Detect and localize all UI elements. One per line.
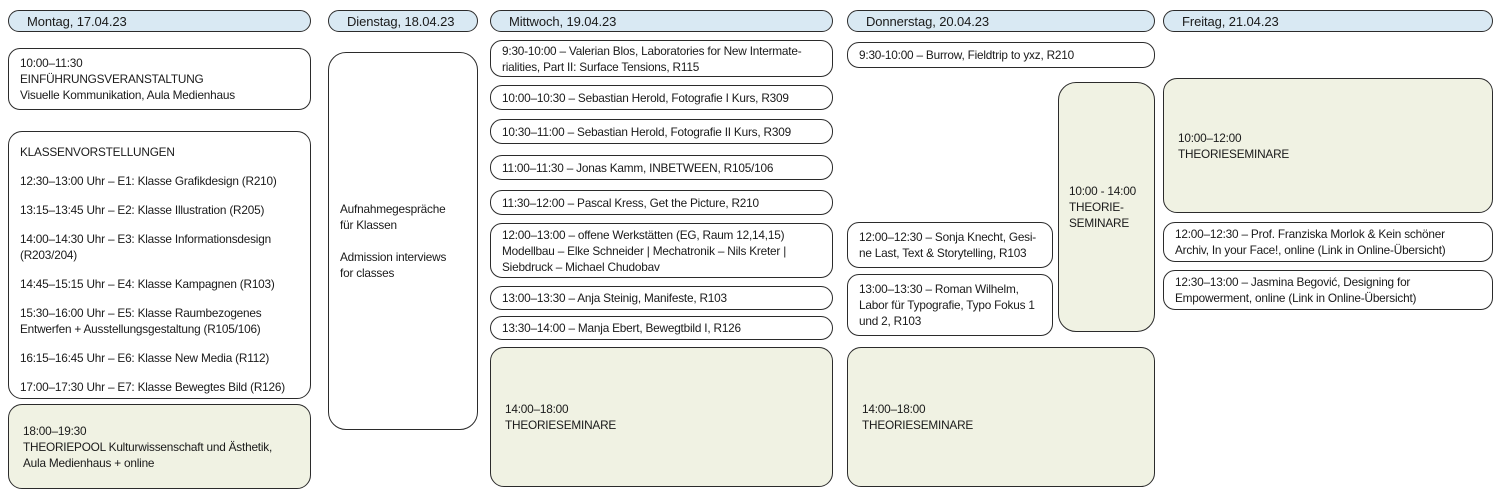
event-text: 12:00–12:30 – Sonja Knecht, Gesi- ne Las…	[859, 229, 1048, 261]
day-header-friday: Freitag, 21.04.23	[1163, 10, 1493, 32]
event-text: 11:00–11:30 – Jonas Kamm, INBETWEEN, R10…	[502, 160, 828, 176]
event-text: 12:30–13:00 – Jasmina Begović, Designing…	[1175, 274, 1488, 306]
event-text: 10:00 - 14:00 THEORIE- SEMINARE	[1069, 183, 1150, 231]
event-text: 13:00–13:30 – Anja Steinig, Manifeste, R…	[502, 290, 828, 306]
event-theorieseminare-thursday: 14:00–18:00 THEORIESEMINARE	[847, 347, 1155, 487]
day-header-monday: Montag, 17.04.23	[8, 10, 311, 32]
schedule-list-item: 17:00–17:30 Uhr – E7: Klasse Bewegtes Bi…	[20, 379, 306, 395]
event-bewegtbild-1: 13:30–14:00 – Manja Ebert, Bewegtbild I,…	[490, 316, 833, 340]
event-theoriepool: 18:00–19:30 THEORIEPOOL Kulturwissenscha…	[8, 404, 311, 489]
schedule-list-item: 16:15–16:45 Uhr – E6: Klasse New Media (…	[20, 350, 306, 366]
day-header-thursday: Donnerstag, 20.04.23	[847, 10, 1155, 32]
event-text: 10:00–12:00 THEORIESEMINARE	[1178, 130, 1488, 162]
event-get-the-picture: 11:30–12:00 – Pascal Kress, Get the Pict…	[490, 190, 833, 215]
event-labor-typografie: 13:00–13:30 – Roman Wilhelm, Labor für T…	[847, 274, 1053, 336]
event-klassenvorstellungen: KLASSENVORSTELLUNGEN 12:30–13:00 Uhr – E…	[8, 131, 311, 399]
schedule-list-item: 14:45–15:15 Uhr – E4: Klasse Kampagnen (…	[20, 276, 306, 292]
day-header-tuesday: Dienstag, 18.04.23	[328, 10, 478, 32]
event-inbetween: 11:00–11:30 – Jonas Kamm, INBETWEEN, R10…	[490, 155, 833, 180]
day-header-wednesday: Mittwoch, 19.04.23	[490, 10, 833, 32]
event-text: 10:00–11:30 EINFÜHRUNGSVERANSTALTUNG Vis…	[20, 55, 306, 103]
event-offene-werkstaetten: 12:00–13:00 – offene Werkstätten (EG, Ra…	[490, 223, 833, 278]
event-text: 10:30–11:00 – Sebastian Herold, Fotograf…	[502, 124, 828, 140]
schedule-list-item: 15:30–16:00 Uhr – E5: Klasse Raumbezogen…	[20, 305, 306, 337]
event-text: 13:00–13:30 – Roman Wilhelm, Labor für T…	[859, 281, 1048, 329]
weekly-schedule: Montag, 17.04.23 10:00–11:30 EINFÜHRUNGS…	[0, 0, 1500, 500]
event-manifeste: 13:00–13:30 – Anja Steinig, Manifeste, R…	[490, 286, 833, 310]
event-text-storytelling: 12:00–12:30 – Sonja Knecht, Gesi- ne Las…	[847, 222, 1053, 268]
schedule-list-item: 13:15–13:45 Uhr – E2: Klasse Illustratio…	[20, 202, 306, 218]
event-fotografie-2-kurs: 10:30–11:00 – Sebastian Herold, Fotograf…	[490, 119, 833, 144]
event-title: KLASSENVORSTELLUNGEN	[20, 144, 306, 160]
event-text: 12:00–13:00 – offene Werkstätten (EG, Ra…	[502, 227, 828, 275]
event-theorieseminare-morning: 10:00 - 14:00 THEORIE- SEMINARE	[1058, 82, 1155, 332]
event-morlok-archiv: 12:00–12:30 – Prof. Franziska Morlok & K…	[1163, 222, 1493, 262]
event-fotografie-1-kurs: 10:00–10:30 – Sebastian Herold, Fotograf…	[490, 85, 833, 110]
event-begovic-empowerment: 12:30–13:00 – Jasmina Begović, Designing…	[1163, 270, 1493, 310]
event-text: Aufnahmegespräche für Klassen Admission …	[340, 201, 473, 281]
event-theorieseminare-friday: 10:00–12:00 THEORIESEMINARE	[1163, 78, 1493, 213]
event-text: 14:00–18:00 THEORIESEMINARE	[505, 401, 828, 433]
event-einfuehrungsveranstaltung: 10:00–11:30 EINFÜHRUNGSVERANSTALTUNG Vis…	[8, 48, 311, 110]
event-aufnahmegespraeche: Aufnahmegespräche für Klassen Admission …	[328, 52, 478, 430]
event-fieldtrip: 9:30-10:00 – Burrow, Fieldtrip to yxz, R…	[847, 42, 1155, 68]
event-text: 9:30-10:00 – Valerian Blos, Laboratories…	[502, 43, 828, 75]
event-text: 18:00–19:30 THEORIEPOOL Kulturwissenscha…	[23, 423, 306, 471]
schedule-list-item: 14:00–14:30 Uhr – E3: Klasse Information…	[20, 231, 306, 263]
event-text: 11:30–12:00 – Pascal Kress, Get the Pict…	[502, 195, 828, 211]
schedule-list-item: 12:30–13:00 Uhr – E1: Klasse Grafikdesig…	[20, 173, 306, 189]
event-theorieseminare-wednesday: 14:00–18:00 THEORIESEMINARE	[490, 347, 833, 487]
event-text: 14:00–18:00 THEORIESEMINARE	[862, 401, 1150, 433]
event-text: 9:30-10:00 – Burrow, Fieldtrip to yxz, R…	[859, 47, 1150, 63]
event-valerian-blos: 9:30-10:00 – Valerian Blos, Laboratories…	[490, 40, 833, 77]
event-text: 10:00–10:30 – Sebastian Herold, Fotograf…	[502, 90, 828, 106]
event-text: 13:30–14:00 – Manja Ebert, Bewegtbild I,…	[502, 320, 828, 336]
event-text: 12:00–12:30 – Prof. Franziska Morlok & K…	[1175, 226, 1488, 258]
